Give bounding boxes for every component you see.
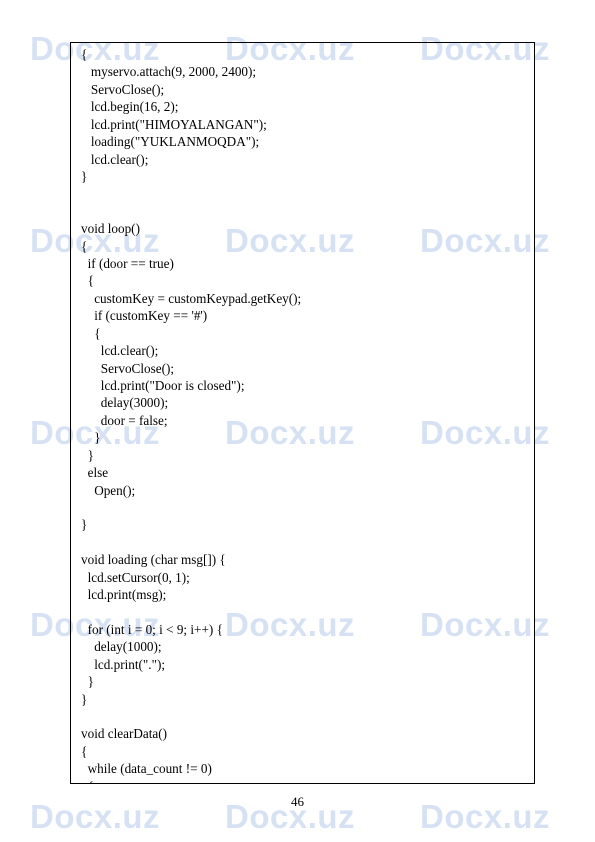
page-number: 46 bbox=[0, 794, 595, 810]
code-block: { myservo.attach(9, 2000, 2400); ServoCl… bbox=[81, 46, 524, 784]
code-content-box: { myservo.attach(9, 2000, 2400); ServoCl… bbox=[70, 42, 535, 784]
